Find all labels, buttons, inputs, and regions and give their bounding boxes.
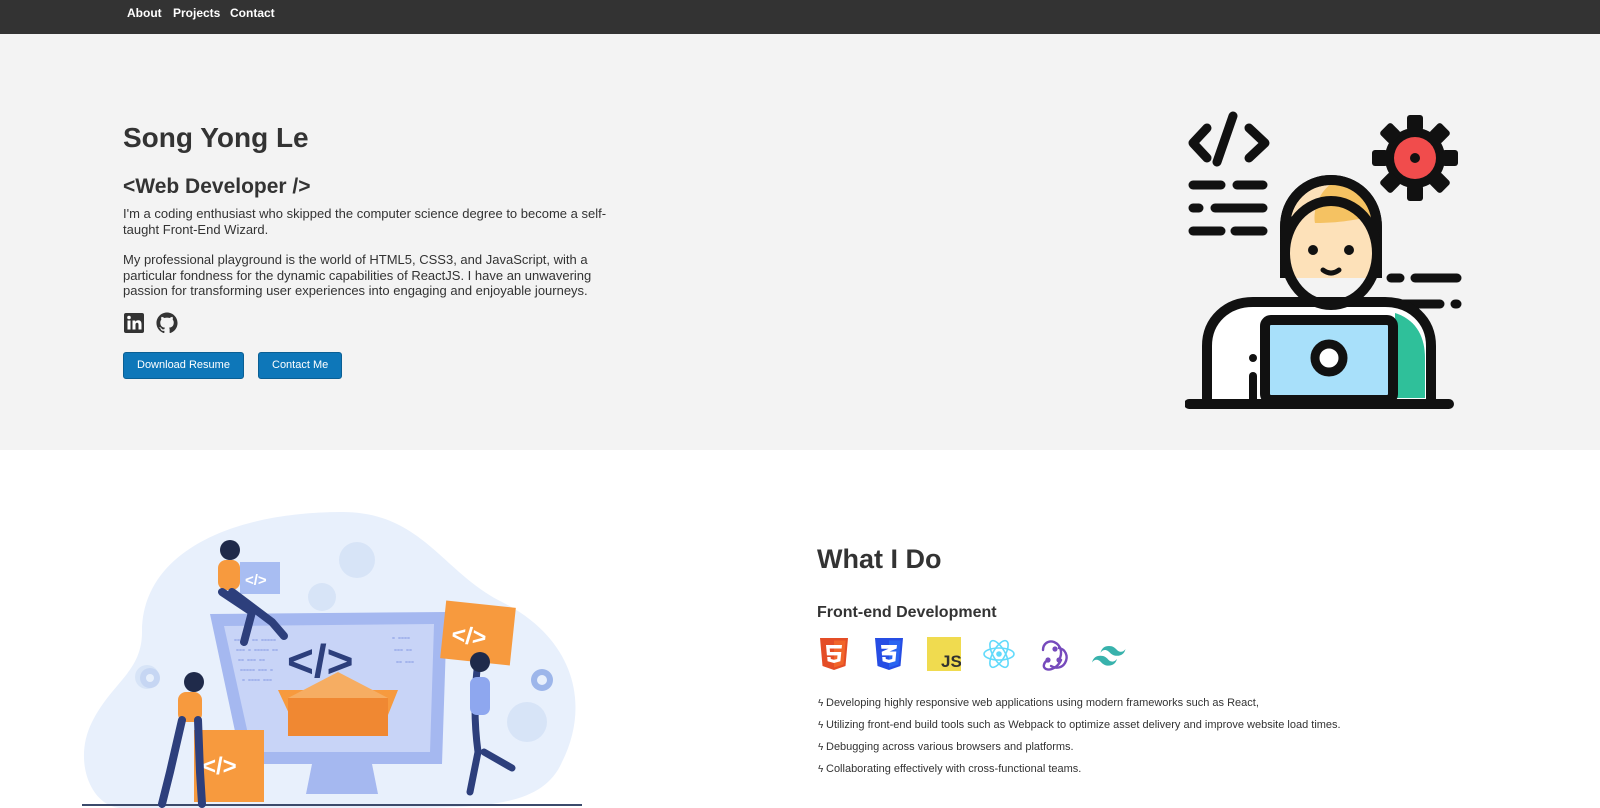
github-link[interactable] <box>156 312 178 334</box>
developer-illustration <box>1185 111 1462 409</box>
front-end-subtitle: Front-end Development <box>817 604 997 621</box>
what-i-do-title: What I Do <box>817 544 942 574</box>
svg-text:== === ==: == === == <box>238 658 265 664</box>
react-icon <box>983 639 1015 669</box>
list-item: ϟ Developing highly responsive web applic… <box>818 697 1259 709</box>
code-tag-folder-left: </> <box>202 753 237 780</box>
nav-contact-link[interactable]: Contact <box>230 6 275 20</box>
hero-name: Song Yong Le <box>123 122 309 153</box>
coding-team-illustration: == == == ======== = ===== ==== === == ==… <box>82 512 582 808</box>
contact-me-button[interactable]: Contact Me <box>258 352 343 379</box>
list-item: ϟ Utilizing front-end build tools such as… <box>818 719 1341 731</box>
linkedin-link[interactable] <box>123 312 145 334</box>
tailwind-icon <box>1092 646 1126 666</box>
svg-text:= ====: = ==== <box>392 636 410 642</box>
download-resume-button[interactable]: Download Resume <box>123 352 244 379</box>
html5-icon <box>820 638 848 670</box>
hero-bio: My professional playground is the world … <box>123 252 592 298</box>
svg-text:=== = ===== ==: === = ===== == <box>236 648 278 654</box>
list-item: ϟ Collaborating effectively with cross-fu… <box>818 763 1082 775</box>
hero-role: <Web Developer /> <box>123 175 311 198</box>
nav-about-link[interactable]: About <box>127 6 162 20</box>
bolt-icon: ϟ <box>818 764 824 775</box>
redux-icon <box>1041 640 1068 671</box>
hero-section: Song Yong Le <Web Developer /> I'm a cod… <box>0 34 1600 450</box>
bolt-icon: ϟ <box>818 742 824 753</box>
hero-intro: I'm a coding enthusiast who skipped the … <box>123 206 607 237</box>
code-tag-folder-right: </> <box>450 621 487 651</box>
svg-text:=== ==: === == <box>394 648 412 654</box>
github-icon <box>156 312 178 334</box>
code-tag-laptop: </> <box>245 572 267 589</box>
list-item: ϟ Debugging across various browsers and p… <box>818 741 1074 753</box>
svg-text:===== === =: ===== === = <box>240 668 273 674</box>
nav-projects-link[interactable]: Projects <box>173 6 220 20</box>
bolt-icon: ϟ <box>818 698 824 709</box>
css3-icon <box>875 638 903 670</box>
navbar: About Projects Contact <box>0 0 1600 34</box>
javascript-icon: JS <box>927 637 961 671</box>
skills-list: ϟ Developing highly responsive web applic… <box>818 696 1341 784</box>
svg-text:= ==== ===: = ==== === <box>242 678 272 684</box>
js-badge-label: JS <box>941 652 961 671</box>
svg-text:== ===: == === <box>396 660 414 666</box>
bolt-icon: ϟ <box>818 720 824 731</box>
linkedin-icon <box>124 313 144 333</box>
